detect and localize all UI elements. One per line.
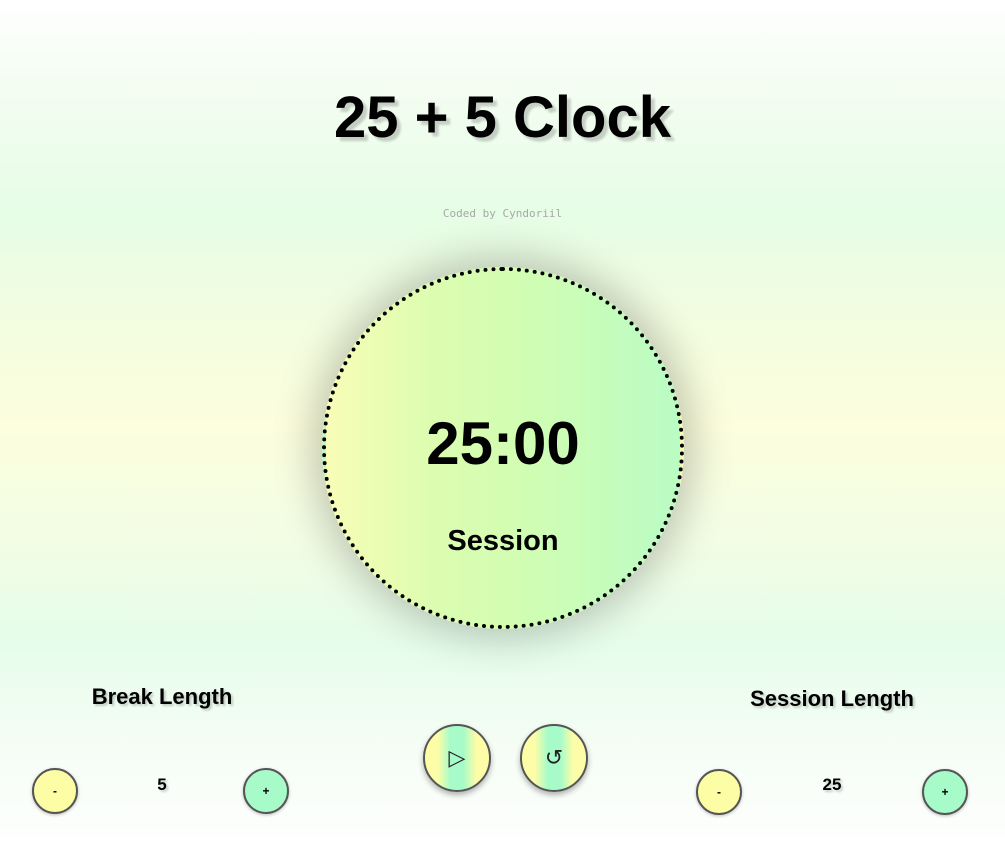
reset-button[interactable]: ↺ — [520, 724, 588, 792]
plus-icon: + — [941, 785, 949, 799]
timer-label: Session — [447, 525, 559, 557]
break-label: Break Length — [91, 684, 233, 709]
start-stop-button[interactable]: ▷ — [423, 724, 491, 792]
timer-dial: 25:00 Session — [322, 267, 684, 629]
session-decrement-button[interactable]: - — [696, 769, 742, 815]
session-label: Session Length — [750, 686, 914, 711]
minus-icon: - — [53, 784, 57, 798]
break-decrement-button[interactable]: - — [32, 768, 78, 814]
minus-icon: - — [717, 785, 721, 799]
play-icon: ▷ — [448, 745, 466, 771]
plus-icon: + — [262, 784, 270, 798]
session-length-value: 25 — [822, 775, 842, 794]
break-length-value: 5 — [157, 775, 167, 794]
time-left: 25:00 — [426, 410, 580, 477]
page-title: 25 + 5 Clock — [334, 85, 671, 150]
break-increment-button[interactable]: + — [243, 768, 289, 814]
session-increment-button[interactable]: + — [922, 769, 968, 815]
credit-text: Coded by Cyndoriil — [442, 207, 563, 220]
reset-icon: ↺ — [544, 745, 564, 771]
